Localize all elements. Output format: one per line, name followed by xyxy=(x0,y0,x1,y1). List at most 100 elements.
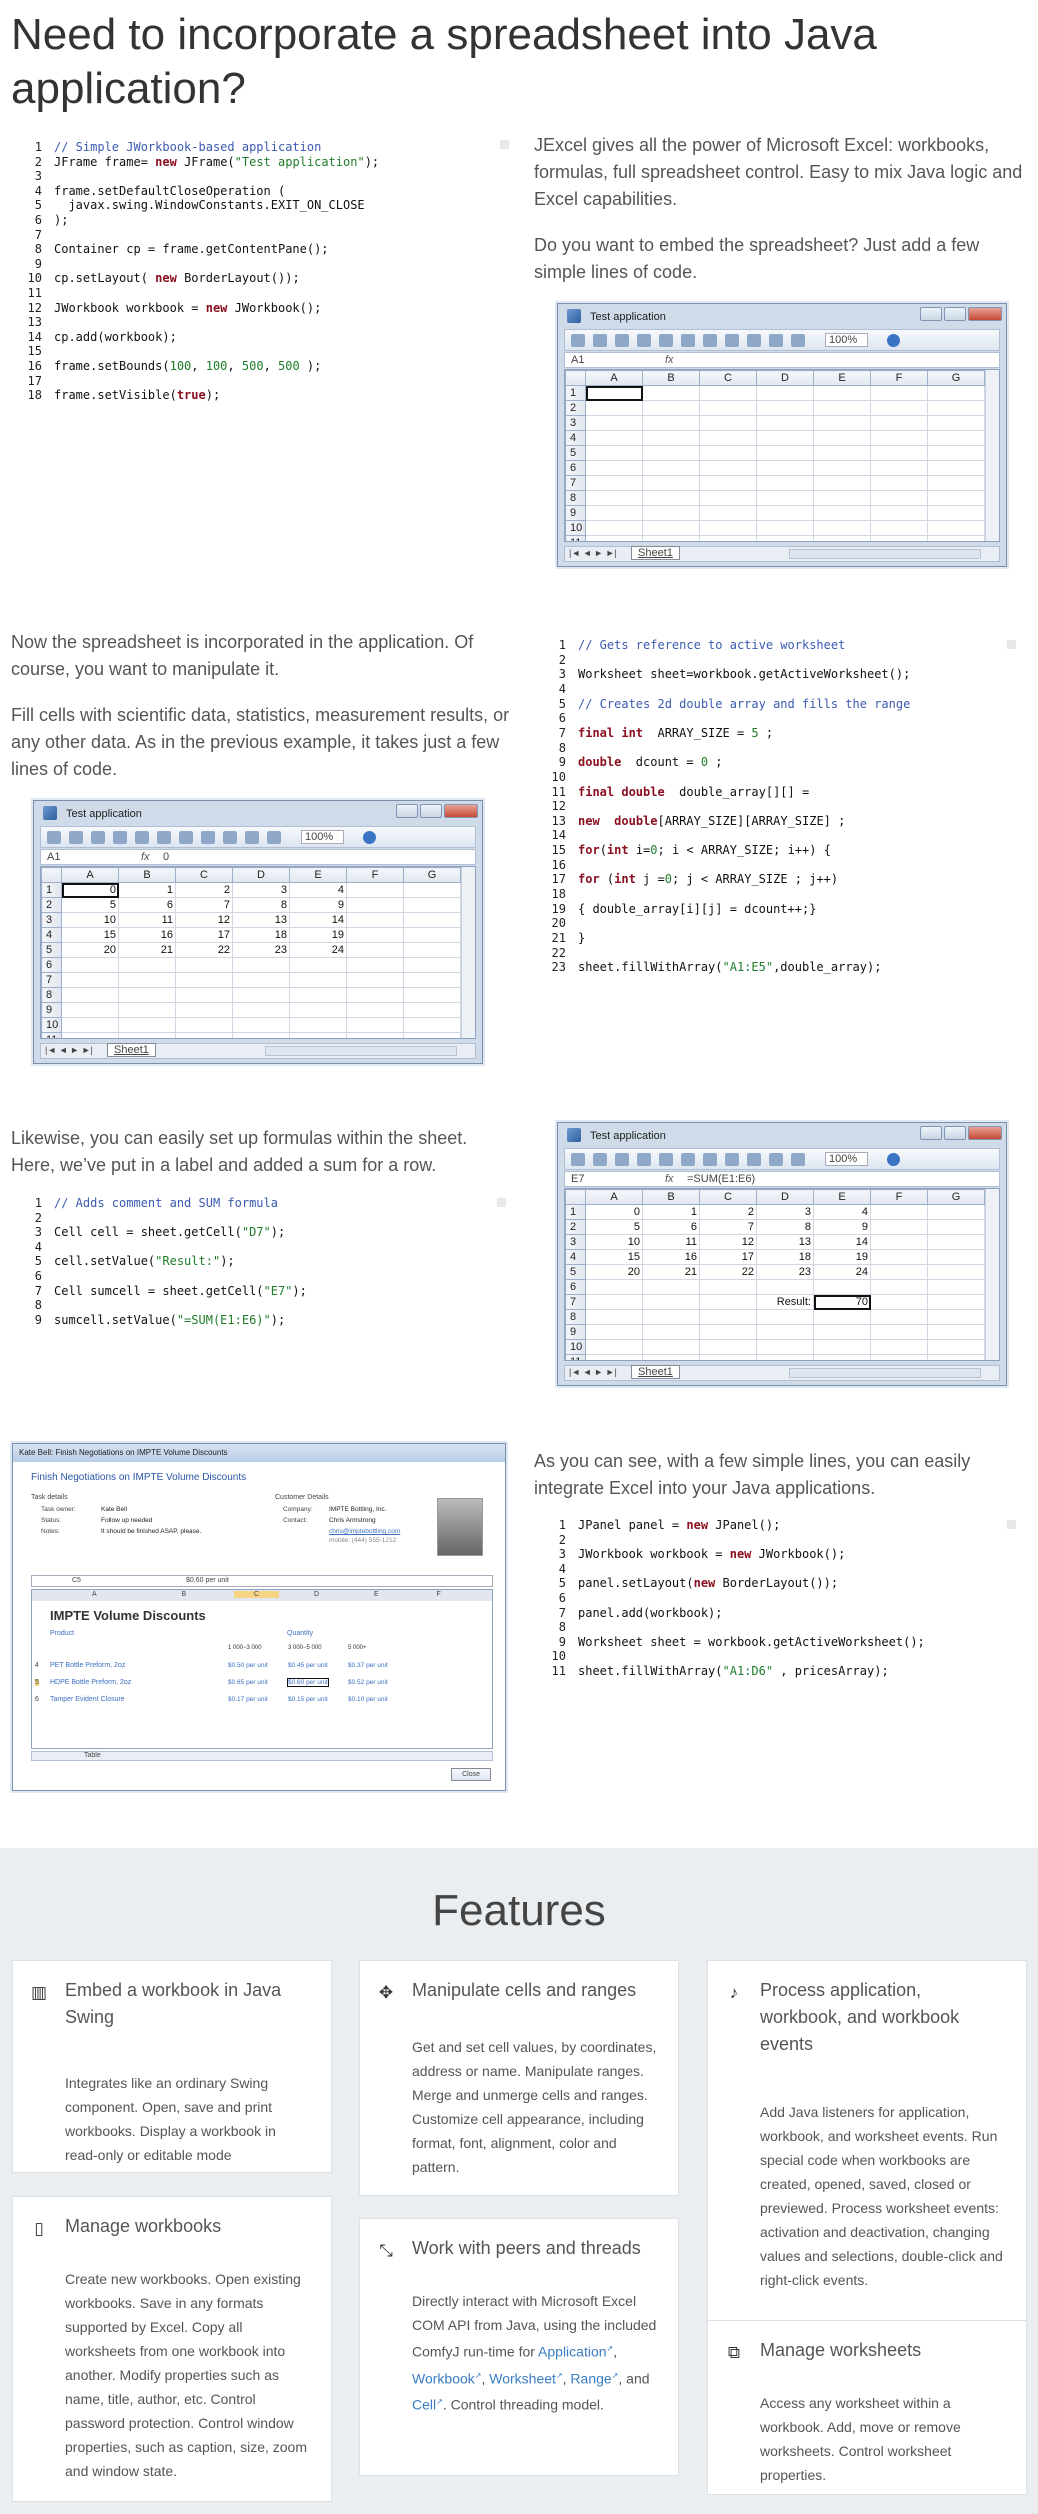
cell[interactable] xyxy=(756,445,814,461)
open-folder-icon[interactable] xyxy=(593,1153,607,1166)
row-header[interactable]: 6 xyxy=(565,460,586,476)
column-header[interactable]: E xyxy=(374,1591,379,1598)
cell[interactable]: 4 xyxy=(813,1204,871,1220)
cell[interactable] xyxy=(346,882,404,898)
cell[interactable] xyxy=(61,987,119,1003)
sheet-tab[interactable]: Table xyxy=(84,1752,101,1759)
test-application-window-empty[interactable]: Test application 100% A1 fx A B C D E F G 1 2 3 4 5 6 7 8 9… xyxy=(557,303,1007,567)
row-header[interactable]: 5 xyxy=(41,942,62,958)
cell[interactable] xyxy=(289,1032,347,1038)
cell[interactable] xyxy=(870,430,928,446)
cell[interactable] xyxy=(642,1354,700,1360)
cell[interactable] xyxy=(642,1294,700,1310)
cell[interactable] xyxy=(61,1032,119,1038)
chart-icon[interactable] xyxy=(791,334,805,347)
column-header[interactable]: B xyxy=(182,1591,187,1598)
print-icon[interactable] xyxy=(135,831,149,844)
cell[interactable] xyxy=(927,520,985,536)
cell[interactable] xyxy=(813,490,871,506)
cell[interactable] xyxy=(403,972,461,988)
cell[interactable] xyxy=(699,1339,757,1355)
undo-icon[interactable] xyxy=(223,831,237,844)
feature-link[interactable]: Workbook xyxy=(412,2370,475,2386)
vertical-scrollbar[interactable] xyxy=(985,1189,999,1360)
cell[interactable]: 10 xyxy=(61,912,119,928)
cell[interactable] xyxy=(175,1032,233,1038)
sum-icon[interactable] xyxy=(769,334,783,347)
cell[interactable] xyxy=(927,1309,985,1325)
paste-icon[interactable] xyxy=(725,334,739,347)
cell[interactable] xyxy=(870,1324,928,1340)
outlook-task-window[interactable]: Kate Bell: Finish Negotiations on IMPTE … xyxy=(12,1443,506,1791)
cell[interactable] xyxy=(642,535,700,541)
preview-icon[interactable] xyxy=(681,334,695,347)
cell[interactable] xyxy=(585,1339,643,1355)
cell[interactable] xyxy=(175,957,233,973)
cell[interactable] xyxy=(756,1279,814,1295)
price-cell[interactable]: $0.52 per unit xyxy=(348,1679,388,1686)
cell[interactable] xyxy=(346,1017,404,1033)
cell[interactable]: 21 xyxy=(642,1264,700,1280)
open-folder-icon[interactable] xyxy=(69,831,83,844)
paste-icon[interactable] xyxy=(201,831,215,844)
cell[interactable] xyxy=(346,897,404,913)
open-folder-icon[interactable] xyxy=(593,334,607,347)
row-header[interactable]: 9 xyxy=(41,1002,62,1018)
cell[interactable] xyxy=(927,1354,985,1360)
column-header[interactable]: C xyxy=(699,1189,757,1205)
horizontal-scrollbar[interactable] xyxy=(789,1368,981,1378)
paste-icon[interactable] xyxy=(725,1153,739,1166)
feature-link[interactable]: Worksheet xyxy=(489,2370,556,2386)
spreadsheet-grid[interactable]: A B C D E F G 1 0 1 2 3 4 2 5 6 7 8 9 3 10 11 12 13 14 4 15 16 17 18 1… xyxy=(564,1188,1000,1361)
price-cell[interactable]: $0.50 per unit xyxy=(228,1662,268,1669)
horizontal-scrollbar[interactable] xyxy=(265,1046,457,1056)
column-header[interactable]: D xyxy=(314,1591,319,1598)
cell[interactable] xyxy=(870,1294,928,1310)
cell[interactable] xyxy=(927,1324,985,1340)
cell[interactable]: 17 xyxy=(175,927,233,943)
save-icon[interactable] xyxy=(615,1153,629,1166)
cell[interactable]: 16 xyxy=(118,927,176,943)
row-header[interactable]: 1 xyxy=(41,882,62,898)
row-header[interactable]: 11 xyxy=(565,535,586,541)
cell[interactable] xyxy=(585,475,643,491)
cell[interactable]: 3 xyxy=(232,882,290,898)
cell[interactable] xyxy=(403,912,461,928)
cell[interactable] xyxy=(346,1032,404,1038)
cell[interactable] xyxy=(927,535,985,541)
cell[interactable]: 18 xyxy=(756,1249,814,1265)
cell[interactable] xyxy=(642,505,700,521)
cell[interactable] xyxy=(699,445,757,461)
row-header[interactable]: 3 xyxy=(565,1234,586,1250)
row-header[interactable]: 10 xyxy=(41,1017,62,1033)
cell[interactable]: 22 xyxy=(699,1264,757,1280)
cell-reference-box[interactable]: A1 xyxy=(47,851,117,863)
cell[interactable]: 14 xyxy=(813,1234,871,1250)
vertical-scrollbar[interactable] xyxy=(461,867,475,1038)
cell[interactable]: 11 xyxy=(118,912,176,928)
cell[interactable] xyxy=(927,1294,985,1310)
cell[interactable] xyxy=(642,385,700,401)
cell[interactable] xyxy=(927,1279,985,1295)
cell[interactable] xyxy=(870,505,928,521)
cell[interactable] xyxy=(756,1309,814,1325)
cell[interactable] xyxy=(756,385,814,401)
corner-cell[interactable] xyxy=(41,867,62,883)
row-header[interactable]: 6 xyxy=(35,1696,39,1703)
row-header[interactable]: 9 xyxy=(565,505,586,521)
column-header[interactable]: C xyxy=(234,1591,280,1598)
cell[interactable] xyxy=(870,1339,928,1355)
cell[interactable] xyxy=(699,1294,757,1310)
cell[interactable]: 22 xyxy=(175,942,233,958)
cell[interactable] xyxy=(642,1309,700,1325)
cell[interactable] xyxy=(118,957,176,973)
test-application-window-filled[interactable]: Test application 100% A1 fx 0 A B C D E F G 1 0 1 2 3 4 2 5… xyxy=(33,800,483,1064)
cell[interactable] xyxy=(870,520,928,536)
close-button[interactable]: Close xyxy=(451,1768,491,1781)
cell[interactable] xyxy=(118,1017,176,1033)
cell[interactable]: 6 xyxy=(118,897,176,913)
cell[interactable]: 11 xyxy=(642,1234,700,1250)
column-header[interactable]: G xyxy=(927,1189,985,1205)
cell[interactable]: Result: xyxy=(756,1294,814,1310)
row-header[interactable]: 4 xyxy=(41,927,62,943)
